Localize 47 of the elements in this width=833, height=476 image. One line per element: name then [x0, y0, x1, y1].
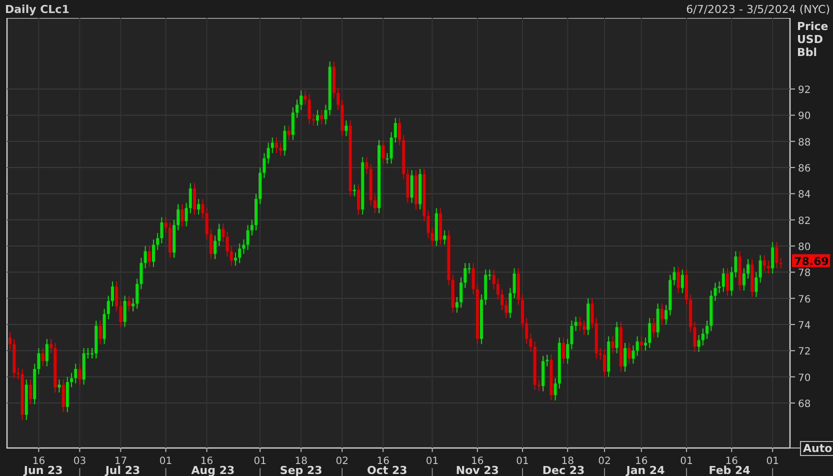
axis-tick-label: 88: [798, 137, 811, 148]
last-price-badge: 78.69: [792, 254, 830, 268]
axis-title: USD: [797, 33, 823, 46]
axis-tick-label: 68: [798, 399, 811, 410]
month-label: Feb 24: [708, 464, 750, 476]
month-label: Jun 23: [24, 464, 63, 476]
axis-tick-label: 18: [561, 456, 574, 467]
axis-tick-label: 01: [516, 456, 529, 467]
axis-tick-label: 70: [798, 372, 811, 384]
month-label: Jul 23: [105, 464, 140, 476]
axis-tick-label: 16: [200, 456, 214, 467]
axis-tick-label: 16: [376, 456, 390, 467]
auto-scale-button[interactable]: Auto: [800, 441, 833, 456]
axis-tick-label: 02: [598, 456, 611, 467]
axis-tick-label: 01: [680, 456, 693, 467]
axis-tick-label: 80: [798, 242, 811, 254]
axis-tick-label: 72: [798, 346, 811, 358]
axis-tick-label: 74: [798, 320, 811, 332]
axis-tick-label: 02: [336, 456, 348, 467]
axis-tick-label: 16: [725, 456, 738, 467]
axis-tick-label: 01: [159, 456, 172, 467]
axis-tick-label: 86: [798, 164, 811, 175]
month-label: Sep 23: [280, 464, 322, 476]
axis-tick-label: 01: [254, 456, 266, 467]
axis-tick-label: 16: [32, 456, 46, 467]
month-label: Oct 23: [367, 464, 408, 476]
axis-tick-label: 84: [798, 190, 811, 201]
axis-tick-label: 92: [798, 85, 811, 96]
date-range: 6/7/2023 - 3/5/2024 (NYC): [686, 2, 830, 16]
axis-tick-label: 82: [798, 216, 811, 227]
month-label: Aug 23: [191, 464, 235, 476]
axis-tick-label: 16: [635, 456, 648, 467]
axis-title: Bbl: [797, 46, 818, 59]
axis-tick-label: 78: [798, 268, 811, 280]
month-label: Dec 23: [542, 464, 585, 476]
axis-tick-label: 76: [798, 294, 811, 306]
axis-tick-label: 01: [766, 456, 779, 467]
axis-tick-label: 90: [798, 111, 811, 122]
axis-title: Price: [797, 20, 828, 33]
month-label: Jan 24: [626, 464, 665, 476]
month-label: Nov 23: [456, 464, 499, 476]
axis-tick-label: 03: [73, 456, 86, 467]
chart-title: Daily CLc1: [5, 2, 70, 16]
axis-tick-label: 01: [426, 456, 439, 467]
axis-tick-label: 18: [294, 456, 308, 467]
axis-tick-label: 16: [471, 456, 484, 467]
axis-tick-label: 17: [114, 456, 128, 467]
